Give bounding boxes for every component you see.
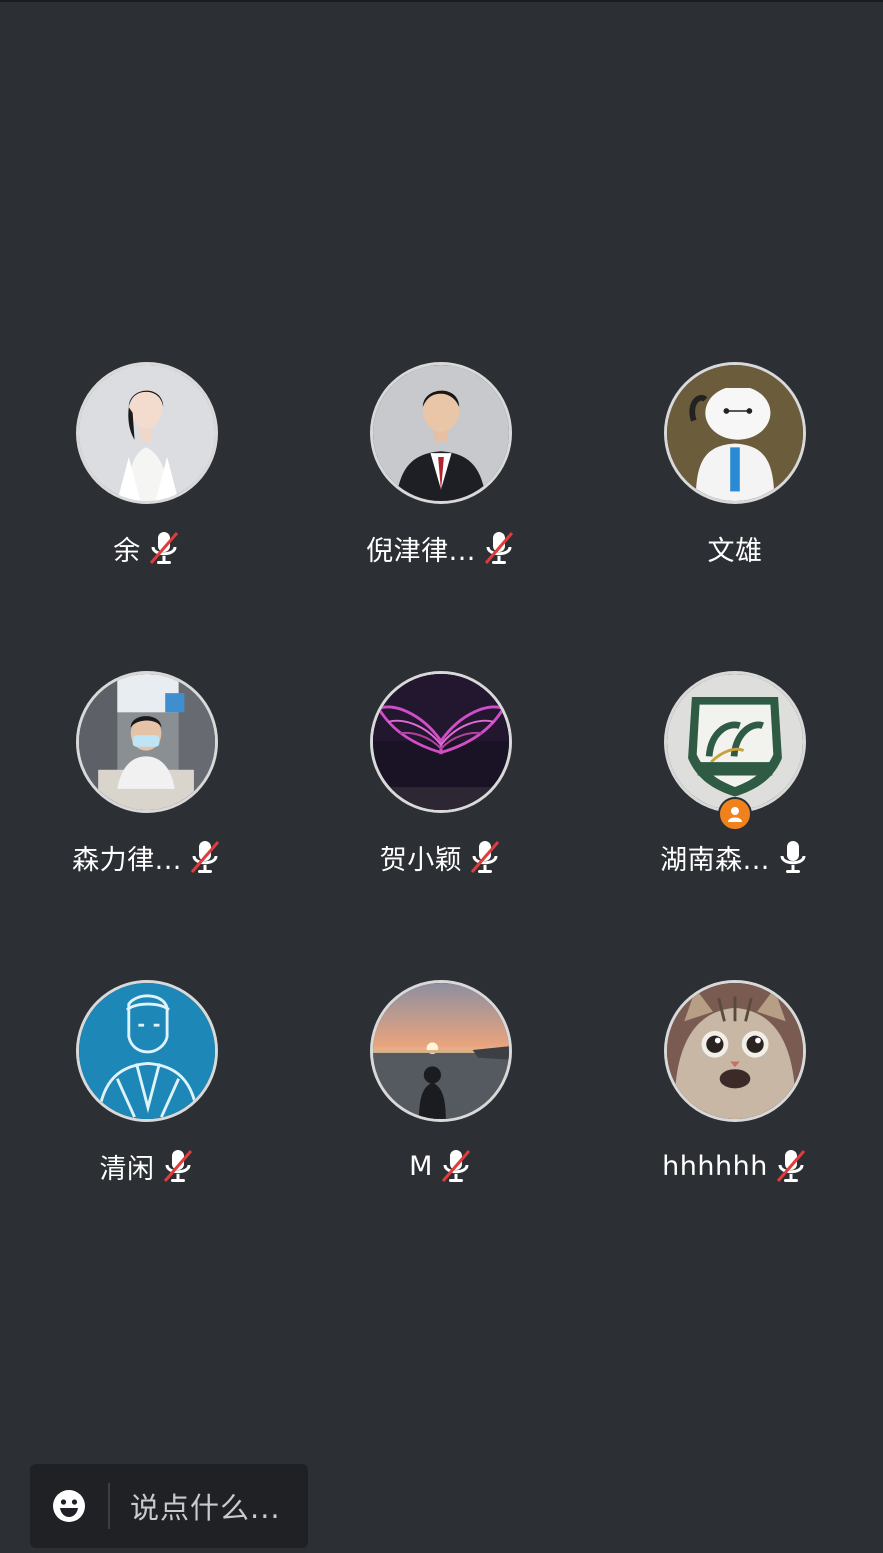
participant-tile[interactable]: 倪津律...	[294, 362, 588, 671]
participant-name-row: 贺小颖	[380, 837, 503, 877]
participant-tile[interactable]: 湖南森...	[588, 671, 882, 980]
mic-muted-icon	[482, 529, 516, 567]
participant-name: 文雄	[707, 535, 763, 567]
emoji-icon	[53, 1490, 85, 1522]
participant-tile[interactable]: 文雄	[588, 362, 882, 671]
host-icon	[718, 797, 752, 831]
participant-avatar[interactable]	[370, 362, 512, 504]
participant-avatar[interactable]	[76, 671, 218, 813]
participant-tile[interactable]: M	[294, 980, 588, 1289]
mic-muted-icon	[147, 529, 181, 567]
emoji-button[interactable]	[30, 1464, 108, 1548]
mic-on-icon	[776, 838, 810, 876]
participant-name: M	[409, 1150, 433, 1182]
participant-name: 清闲	[99, 1153, 155, 1185]
participant-tile[interactable]: hhhhhh	[588, 980, 882, 1289]
mic-muted-icon	[161, 1147, 195, 1185]
participant-name: hhhhhh	[662, 1150, 768, 1182]
participant-name-row: 余	[113, 528, 181, 568]
mic-muted-icon	[439, 1147, 473, 1185]
divider	[108, 1483, 110, 1529]
participant-avatar[interactable]	[664, 671, 806, 813]
participant-avatar[interactable]	[664, 362, 806, 504]
participant-tile[interactable]: 贺小颖	[294, 671, 588, 980]
participant-tile[interactable]: 余	[0, 362, 294, 671]
chat-bar[interactable]: 说点什么...	[30, 1464, 308, 1548]
participant-name: 倪津律...	[366, 535, 476, 567]
mic-muted-icon	[188, 838, 222, 876]
participant-name-row: 倪津律...	[366, 528, 516, 568]
participant-name-row: 湖南森...	[660, 837, 810, 877]
participant-name: 余	[113, 535, 141, 567]
participant-name: 森力律...	[72, 844, 182, 876]
participant-avatar[interactable]	[370, 671, 512, 813]
chat-input[interactable]: 说点什么...	[130, 1485, 281, 1527]
mic-muted-icon	[468, 838, 502, 876]
voice-room-screen: 余 倪津律... 文雄 森力律... 贺小颖 湖南森... 清闲 M hhhhh…	[0, 0, 883, 1553]
participant-avatar[interactable]	[370, 980, 512, 1122]
participant-name: 湖南森...	[660, 844, 770, 876]
participant-name-row: 森力律...	[72, 837, 222, 877]
participant-name-row: hhhhhh	[662, 1146, 808, 1186]
participant-name-row: 文雄	[708, 528, 763, 568]
participant-avatar[interactable]	[76, 980, 218, 1122]
participant-name-row: 清闲	[100, 1146, 195, 1186]
participant-avatar[interactable]	[76, 362, 218, 504]
participant-avatar[interactable]	[664, 980, 806, 1122]
participant-name: 贺小颖	[379, 844, 463, 876]
participant-tile[interactable]: 森力律...	[0, 671, 294, 980]
participant-name-row: M	[409, 1146, 473, 1186]
mic-muted-icon	[774, 1147, 808, 1185]
participant-grid: 余 倪津律... 文雄 森力律... 贺小颖 湖南森... 清闲 M hhhhh…	[0, 362, 883, 1289]
participant-tile[interactable]: 清闲	[0, 980, 294, 1289]
